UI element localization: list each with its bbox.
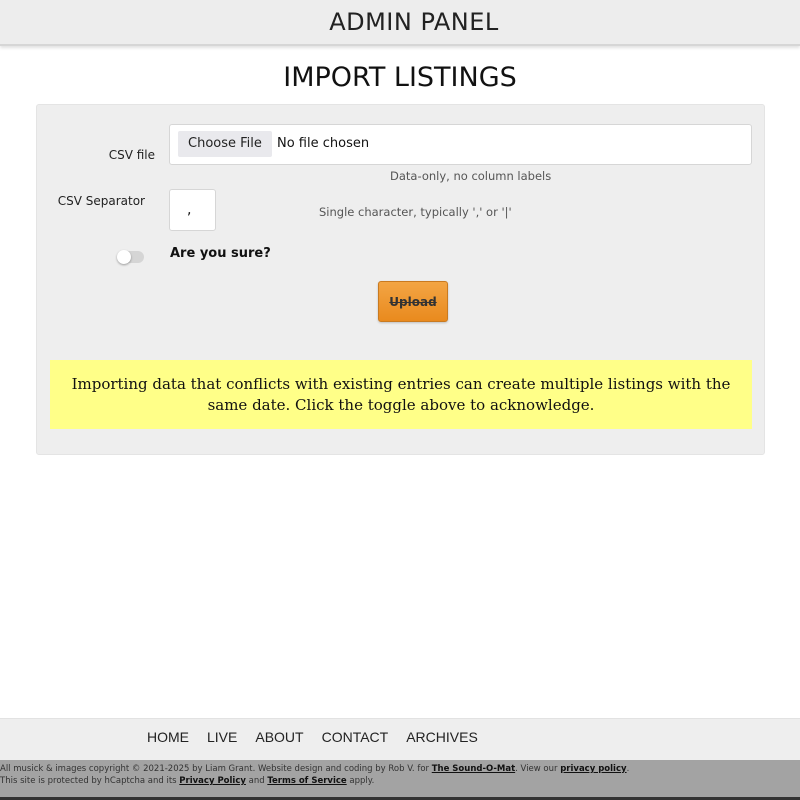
import-form-panel: CSV file Choose File No file chosen Data… <box>36 104 765 455</box>
toggle-knob <box>117 250 131 264</box>
copyright-mid-text: . View our <box>515 764 561 774</box>
copyright-end-text: . <box>626 764 630 774</box>
terms-of-service-link[interactable]: Terms of Service <box>267 776 346 786</box>
csv-file-hint: Data-only, no column labels <box>390 169 552 183</box>
copyright-text: All musick & images copyright © 2021-202… <box>0 764 432 774</box>
nav-item-home[interactable]: HOME <box>147 729 189 745</box>
copyright-footer: All musick & images copyright © 2021-202… <box>0 760 800 800</box>
hcaptcha-mid-text: and <box>245 776 268 786</box>
nav-item-contact[interactable]: CONTACT <box>322 729 389 745</box>
upload-button[interactable]: Upload <box>378 281 448 322</box>
privacy-policy-link[interactable]: privacy policy <box>560 764 626 774</box>
conflict-warning: Importing data that conflicts with exist… <box>50 360 752 429</box>
copyright-line: All musick & images copyright © 2021-202… <box>0 763 800 775</box>
sound-o-mat-link[interactable]: The Sound-O-Mat <box>432 764 515 774</box>
confirm-toggle[interactable] <box>117 250 144 264</box>
choose-file-button[interactable]: Choose File <box>178 131 272 157</box>
no-file-chosen-text: No file chosen <box>277 136 370 151</box>
nav-item-archives[interactable]: ARCHIVES <box>406 729 478 745</box>
hcaptcha-privacy-link[interactable]: Privacy Policy <box>179 776 246 786</box>
confirm-label: Are you sure? <box>170 246 271 261</box>
header-title: ADMIN PANEL <box>329 8 499 36</box>
hcaptcha-end-text: apply. <box>346 776 375 786</box>
csv-separator-hint: Single character, typically ',' or '|' <box>319 205 512 219</box>
nav-item-about[interactable]: ABOUT <box>255 729 303 745</box>
csv-file-input[interactable]: Choose File No file chosen <box>169 124 752 165</box>
csv-file-label: CSV file <box>108 148 155 162</box>
csv-separator-label: CSV Separator <box>57 194 145 208</box>
footer-nav: HOME LIVE ABOUT CONTACT ARCHIVES <box>0 718 800 760</box>
page-title: IMPORT LISTINGS <box>283 62 517 93</box>
nav-item-live[interactable]: LIVE <box>207 729 237 745</box>
site-header: ADMIN PANEL <box>0 0 800 46</box>
hcaptcha-line: This site is protected by hCaptcha and i… <box>0 775 800 787</box>
csv-separator-input[interactable] <box>169 189 216 231</box>
hcaptcha-text: This site is protected by hCaptcha and i… <box>0 776 180 786</box>
conflict-warning-text: Importing data that conflicts with exist… <box>71 374 731 414</box>
